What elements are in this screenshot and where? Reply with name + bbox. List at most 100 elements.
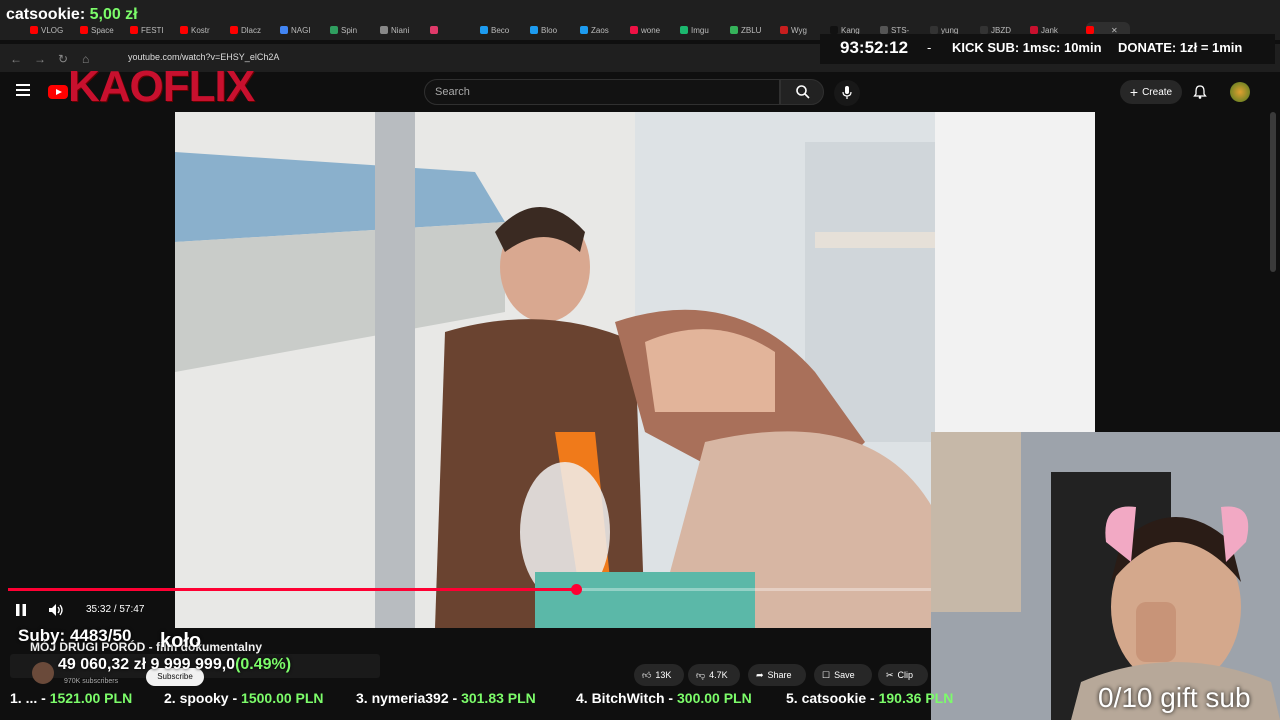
browser-tab[interactable]: Bloo [530, 22, 576, 38]
tab-favicon-icon [80, 26, 88, 34]
kick-sub-rate: KICK SUB: 1msc: 10min [952, 40, 1102, 55]
browser-tab[interactable]: VLOG [30, 22, 76, 38]
clip-button[interactable]: ✂ Clip [878, 664, 928, 686]
leaderboard-amount: 1521.00 PLN [49, 690, 133, 706]
create-label: Create [1142, 86, 1173, 98]
save-button[interactable]: ☐ Save [814, 664, 872, 686]
youtube-favicon-icon [1086, 26, 1094, 34]
leaderboard-rank-name: 4. BitchWitch [576, 690, 665, 706]
tab-label: NAGI [291, 25, 311, 35]
browser-tab[interactable]: Dlacz [230, 22, 276, 38]
kolo-overlay-text: koło [160, 630, 202, 652]
dislike-count: 4.7K [709, 670, 728, 680]
browser-tab[interactable]: Kostr [180, 22, 226, 38]
dislike-button[interactable]: 👎︎ 4.7K [688, 664, 740, 686]
search-button[interactable] [780, 79, 824, 105]
channel-brand-overlay: KAOFLIX [68, 62, 255, 111]
tab-favicon-icon [980, 26, 988, 34]
browser-tab[interactable]: Spin [330, 22, 376, 38]
goal-target: 9 999 999,0 [150, 656, 236, 673]
tab-favicon-icon [30, 26, 38, 34]
tab-favicon-icon [280, 26, 288, 34]
tab-label: Zaos [591, 25, 609, 35]
pause-icon[interactable] [14, 603, 28, 617]
search-input[interactable]: Search [424, 79, 780, 105]
create-button[interactable]: + Create [1120, 80, 1182, 104]
tab-favicon-icon [480, 26, 488, 34]
tab-label: Imgu [691, 25, 709, 35]
thumbs-down-icon: 👎︎ [696, 669, 706, 680]
reload-icon[interactable]: ↻ [58, 52, 68, 66]
youtube-logo-icon[interactable] [48, 85, 68, 99]
tab-favicon-icon [1030, 26, 1038, 34]
tab-label: FESTI [141, 25, 164, 35]
donor-leaderboard: 1. ... - 1521.00 PLN 2. spooky - 1500.00 … [0, 688, 1100, 710]
tab-favicon-icon [430, 26, 438, 34]
tab-label: VLOG [41, 25, 64, 35]
browser-tab[interactable]: Space [80, 22, 126, 38]
leaderboard-rank-name: 1. ... [10, 690, 38, 706]
subathon-timer: 93:52:12 [840, 38, 909, 57]
leaderboard-rank-name: 3. nymeria392 [356, 690, 449, 706]
leaderboard-entry: 5. catsookie - 190.36 PLN [786, 690, 953, 706]
bell-icon[interactable] [1192, 84, 1208, 100]
tab-favicon-icon [330, 26, 338, 34]
leaderboard-entry: 1. ... - 1521.00 PLN [10, 690, 132, 706]
tab-favicon-icon [730, 26, 738, 34]
leaderboard-amount: 300.00 PLN [677, 690, 752, 706]
like-button[interactable]: 👍︎ 13K [634, 664, 684, 686]
tab-favicon-icon [230, 26, 238, 34]
leaderboard-amount: 190.36 PLN [878, 690, 954, 706]
plus-icon: + [1129, 84, 1139, 100]
browser-tab[interactable]: wone [630, 22, 676, 38]
browser-tab[interactable]: Niani [380, 22, 426, 38]
menu-icon[interactable] [16, 84, 30, 99]
tab-favicon-icon [680, 26, 688, 34]
video-timecode: 35:32 / 57:47 [86, 604, 145, 615]
browser-tab[interactable]: ZBLU [730, 22, 776, 38]
tab-label: wone [641, 25, 661, 35]
tab-label: Dlacz [241, 25, 262, 35]
webcam-scene [931, 432, 1280, 720]
leaderboard-separator: - [866, 690, 879, 706]
like-count: 13K [655, 670, 672, 680]
leaderboard-separator: - [37, 690, 50, 706]
browser-tab[interactable] [430, 22, 476, 38]
share-button[interactable]: ➦ Share [748, 664, 806, 686]
leaderboard-separator: - [228, 690, 242, 706]
mic-icon [842, 86, 852, 99]
donor-amount: 5,00 zł [89, 6, 138, 23]
leaderboard-amount: 1500.00 PLN [241, 690, 324, 706]
url-text[interactable]: youtube.com/watch?v=EHSY_elCh2A [128, 52, 279, 62]
clip-label: Clip [897, 670, 914, 680]
donation-goal-text: 49 060,32 zł 9 999 999,0(0.49%) [58, 656, 291, 674]
goal-current: 49 060,32 zł [58, 656, 147, 673]
last-donation: catsookie: 5,00 zł [6, 6, 138, 24]
channel-avatar[interactable] [32, 662, 54, 684]
forward-icon[interactable]: → [34, 52, 46, 66]
timer-separator: - [927, 40, 932, 55]
bookmark-icon: ☐ [822, 669, 831, 680]
leaderboard-amount: 301.83 PLN [461, 690, 536, 706]
browser-tab[interactable]: Beco [480, 22, 526, 38]
tab-favicon-icon [880, 26, 888, 34]
browser-tab[interactable]: Imgu [680, 22, 726, 38]
browser-tab[interactable]: FESTI [130, 22, 176, 38]
subs-counter: Suby: 4483/50 [18, 626, 132, 645]
goal-percent: (0.49%) [235, 656, 292, 673]
back-icon[interactable]: ← [10, 52, 22, 66]
volume-icon[interactable] [48, 602, 64, 618]
voice-search-button[interactable] [834, 80, 860, 106]
browser-tab[interactable]: Zaos [580, 22, 626, 38]
leaderboard-entry: 3. nymeria392 - 301.83 PLN [356, 690, 536, 706]
browser-tab[interactable]: NAGI [280, 22, 326, 38]
leaderboard-rank-name: 5. catsookie [786, 690, 867, 706]
tab-favicon-icon [380, 26, 388, 34]
tab-favicon-icon [780, 26, 788, 34]
tab-favicon-icon [630, 26, 638, 34]
tab-favicon-icon [180, 26, 188, 34]
streamer-webcam [931, 432, 1280, 720]
user-avatar[interactable] [1230, 82, 1250, 102]
thumbs-up-icon: 👍︎ [642, 669, 652, 680]
page-scrollbar[interactable] [1270, 112, 1276, 272]
